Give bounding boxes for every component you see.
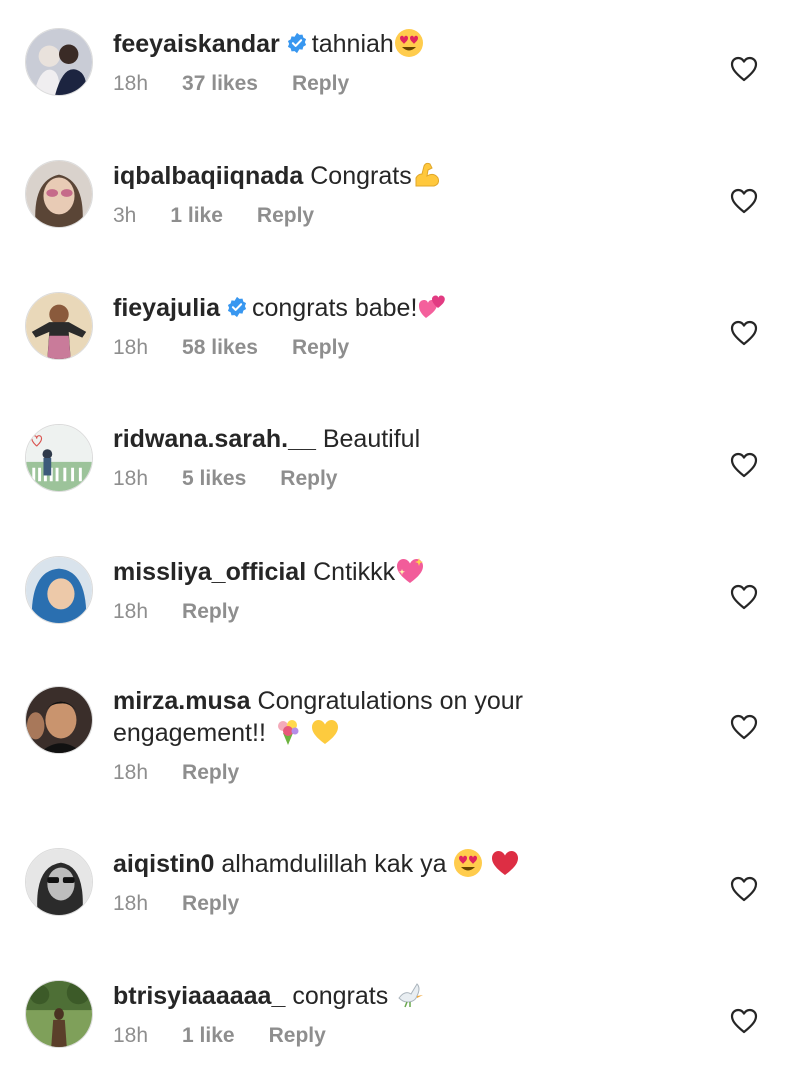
comment-text: iqbalbaqiiqnada Congrats xyxy=(113,160,673,192)
comment-body: tahniah xyxy=(311,30,394,58)
comment-time: 18h xyxy=(113,600,149,623)
bouquet-emoji xyxy=(273,717,303,747)
avatar[interactable] xyxy=(25,848,93,916)
reply-button[interactable]: Reply xyxy=(269,1023,326,1049)
heart-outline-icon[interactable] xyxy=(730,1008,758,1034)
comment-username[interactable]: aiqistin0 xyxy=(113,850,214,878)
comment-time: 18h xyxy=(113,336,149,359)
reply-button[interactable]: Reply xyxy=(292,71,349,97)
comment-time: 18h xyxy=(113,467,149,490)
comment-likes[interactable]: 5 likes xyxy=(182,466,246,492)
comment-time: 3h xyxy=(113,204,137,227)
comment-time: 18h xyxy=(113,1024,149,1047)
comment-likes[interactable]: 37 likes xyxy=(182,71,258,97)
revolving-hearts-emoji xyxy=(417,292,447,322)
comment-meta: 18h Reply xyxy=(113,891,673,917)
avatar[interactable] xyxy=(25,980,93,1048)
comment-username[interactable]: btrisyiaaaaaa_ xyxy=(113,982,285,1010)
heart-eyes-emoji xyxy=(453,848,483,878)
comment-text: fieyajulia congrats babe! xyxy=(113,292,673,324)
comment-username[interactable]: mirza.musa xyxy=(113,687,251,715)
comment-username[interactable]: iqbalbaqiiqnada xyxy=(113,162,303,190)
heart-outline-icon[interactable] xyxy=(730,56,758,82)
comment-text: btrisyiaaaaaa_ congrats xyxy=(113,980,673,1012)
comment-likes[interactable]: 1 like xyxy=(182,1023,235,1049)
flexed-biceps-emoji xyxy=(412,160,442,190)
comment-body: congrats babe! xyxy=(252,294,418,322)
comment-text: mirza.musa Congratulations on your engag… xyxy=(113,686,673,749)
dove-emoji xyxy=(395,980,425,1010)
comment-likes[interactable]: 58 likes xyxy=(182,335,258,361)
comment-meta: 18h Reply xyxy=(113,760,673,786)
comment-body: congrats xyxy=(292,982,389,1010)
comment-meta: 18h 1 like Reply xyxy=(113,1023,673,1049)
comment-body: Congrats xyxy=(310,162,412,190)
reply-button[interactable]: Reply xyxy=(257,203,314,229)
comment-body: Cntikkk xyxy=(313,558,396,586)
reply-button[interactable]: Reply xyxy=(182,760,239,786)
reply-button[interactable]: Reply xyxy=(280,466,337,492)
avatar[interactable] xyxy=(25,686,93,754)
heart-eyes-emoji xyxy=(394,28,424,58)
comment-username[interactable]: fieyajulia xyxy=(113,294,220,322)
comment-meta: 3h 1 like Reply xyxy=(113,203,673,229)
heart-outline-icon[interactable] xyxy=(730,188,758,214)
avatar[interactable] xyxy=(25,556,93,624)
comment-time: 18h xyxy=(113,72,149,95)
heart-outline-icon[interactable] xyxy=(730,584,758,610)
comment-text: feeyaiskandar tahniah xyxy=(113,28,673,60)
comment-meta: 18h Reply xyxy=(113,599,673,625)
heart-outline-icon[interactable] xyxy=(730,876,758,902)
comment-text: ridwana.sarah.__ Beautiful xyxy=(113,424,673,455)
comment-time: 18h xyxy=(113,761,149,784)
reply-button[interactable]: Reply xyxy=(182,599,239,625)
avatar[interactable] xyxy=(25,160,93,228)
heart-outline-icon[interactable] xyxy=(730,320,758,346)
comment-likes[interactable]: 1 like xyxy=(170,203,223,229)
comment-time: 18h xyxy=(113,892,149,915)
verified-badge-icon xyxy=(226,296,248,318)
yellow-heart-emoji xyxy=(310,717,340,747)
reply-button[interactable]: Reply xyxy=(182,891,239,917)
heart-outline-icon[interactable] xyxy=(730,452,758,478)
comment-body: Beautiful xyxy=(322,425,421,453)
comment-username[interactable]: ridwana.sarah.__ xyxy=(113,425,316,453)
comment-text: aiqistin0 alhamdulillah kak ya xyxy=(113,848,673,880)
red-heart-emoji xyxy=(490,848,520,878)
comment-username[interactable]: missliya_official xyxy=(113,558,306,586)
sparkling-heart-emoji xyxy=(395,556,425,586)
comment-meta: 18h 58 likes Reply xyxy=(113,335,673,361)
comment-meta: 18h 5 likes Reply xyxy=(113,466,673,492)
comment-body: alhamdulillah kak ya xyxy=(221,850,447,878)
avatar[interactable] xyxy=(25,424,93,492)
reply-button[interactable]: Reply xyxy=(292,335,349,361)
comment-text: missliya_official Cntikkk xyxy=(113,556,673,588)
avatar[interactable] xyxy=(25,292,93,360)
comment-username[interactable]: feeyaiskandar xyxy=(113,30,280,58)
heart-outline-icon[interactable] xyxy=(730,714,758,740)
avatar[interactable] xyxy=(25,28,93,96)
verified-badge-icon xyxy=(286,32,308,54)
comment-meta: 18h 37 likes Reply xyxy=(113,71,673,97)
